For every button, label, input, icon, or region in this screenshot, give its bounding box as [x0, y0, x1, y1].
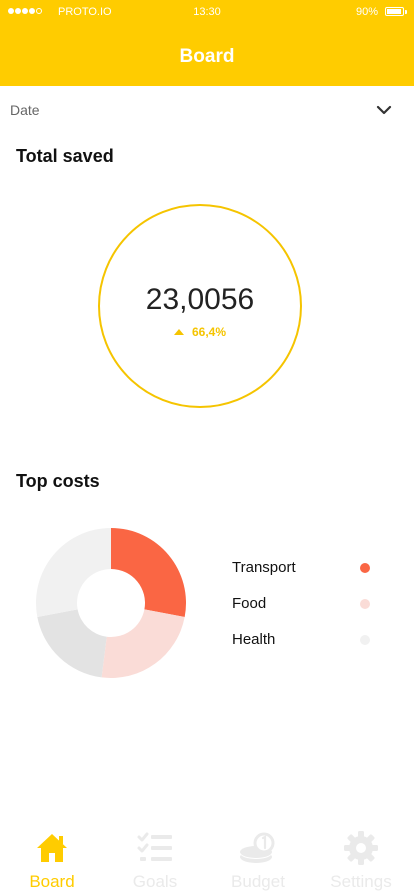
checklist-icon	[137, 832, 172, 861]
legend-item-food: Food	[232, 593, 382, 615]
legend-item-health: Health	[232, 629, 382, 651]
donut-slice-other	[36, 528, 111, 618]
legend-dot	[360, 635, 370, 645]
battery-percent: 90%	[355, 6, 378, 18]
legend-label: Health	[232, 631, 276, 648]
status-bar: PROTO.IO 13:30 90%	[0, 0, 414, 26]
tab-budget[interactable]: Budget	[206, 820, 310, 896]
app-header: PROTO.IO 13:30 90% Board	[0, 0, 414, 86]
donut-slice-food	[101, 609, 185, 678]
tab-settings[interactable]: Settings	[309, 820, 413, 896]
tab-bar: Board Goals Budget Settings	[0, 820, 414, 896]
legend-label: Food	[232, 595, 267, 612]
page-title: Board	[179, 46, 235, 67]
legend-item-transport: Transport	[232, 557, 382, 579]
gear-icon	[344, 831, 378, 865]
top-costs-donut-chart	[36, 528, 186, 678]
tab-goals[interactable]: Goals	[103, 820, 207, 896]
saved-change-value: 66,4%	[191, 325, 227, 339]
total-saved-value: 23,0056	[145, 283, 255, 316]
tab-board[interactable]: Board	[0, 820, 104, 896]
coins-icon	[240, 832, 275, 863]
legend-dot	[360, 599, 370, 609]
tab-label: Settings	[330, 872, 392, 891]
donut-slice-health	[37, 609, 107, 678]
date-filter-dropdown[interactable]: Date	[0, 86, 414, 132]
home-icon	[37, 834, 67, 862]
donut-slice-transport	[111, 528, 186, 618]
date-filter-label: Date	[10, 102, 40, 118]
status-time: 13:30	[193, 6, 221, 18]
tab-label: Budget	[231, 872, 285, 891]
top-costs-title: Top costs	[16, 471, 100, 491]
battery-icon	[385, 7, 404, 16]
triangle-up-icon	[173, 329, 184, 335]
tab-label: Goals	[132, 872, 178, 891]
legend-dot	[360, 563, 370, 573]
total-saved-title: Total saved	[16, 146, 114, 166]
tab-label: Board	[29, 872, 75, 891]
legend-label: Transport	[232, 559, 296, 576]
chevron-down-icon[interactable]	[376, 102, 392, 120]
saved-change: 66,4%	[98, 325, 302, 339]
